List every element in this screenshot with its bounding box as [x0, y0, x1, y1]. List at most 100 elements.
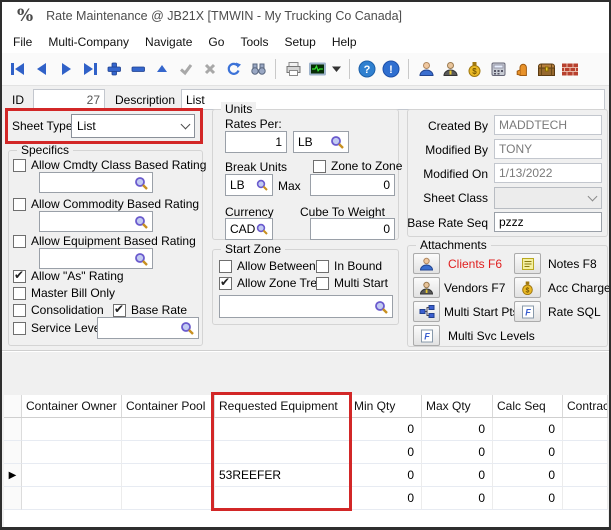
rates-per-unit-field[interactable]: LB — [293, 131, 349, 153]
cell[interactable]: 0 — [422, 464, 493, 487]
col-max-qty[interactable]: Max Qty — [422, 395, 493, 417]
cell[interactable] — [215, 418, 350, 441]
multi-start-pts-button-label[interactable]: Multi Start Pts — [444, 305, 519, 319]
cell[interactable]: 0 — [350, 487, 422, 510]
checkbox-icon[interactable] — [316, 260, 329, 273]
checkbox-icon[interactable] — [13, 198, 26, 211]
multi-start-pts-button[interactable] — [413, 301, 440, 322]
zone-to-zone-checkbox[interactable]: Zone to Zone — [313, 159, 402, 173]
allow-zone-tree-checkbox[interactable]: Allow Zone Tree — [219, 276, 324, 290]
in-bound-checkbox[interactable]: In Bound — [316, 259, 382, 273]
cell[interactable]: 0 — [422, 418, 493, 441]
cell[interactable]: 0 — [350, 441, 422, 464]
help-icon[interactable]: ? — [355, 57, 379, 81]
checkbox-icon[interactable] — [313, 160, 326, 173]
allow-between-checkbox[interactable]: Allow Between — [219, 259, 316, 273]
row-selector[interactable] — [4, 441, 22, 464]
col-contract-id[interactable]: Contract ID — [563, 395, 608, 417]
start-zone-lookup-field[interactable] — [219, 295, 393, 318]
acc-charges-button-label[interactable]: Acc Charges — [548, 281, 611, 295]
vendor-toolbar-icon[interactable] — [438, 57, 462, 81]
consolidation-checkbox[interactable]: Consolidation — [13, 303, 104, 317]
confirm-icon[interactable] — [174, 57, 198, 81]
break-units-field[interactable]: LB — [225, 174, 273, 196]
next-record-icon[interactable] — [54, 57, 78, 81]
grid-row-active[interactable]: ▶ 53REEFER 0 0 0 — [4, 464, 608, 487]
base-rate-seq-field[interactable]: pzzz — [494, 212, 602, 232]
cell[interactable]: 0 — [493, 418, 563, 441]
lookup-magnifier-icon[interactable] — [134, 252, 148, 266]
menu-setup[interactable]: Setup — [276, 32, 323, 52]
multi-start-checkbox[interactable]: Multi Start — [316, 276, 388, 290]
info-icon[interactable]: ! — [379, 57, 403, 81]
refresh-icon[interactable] — [222, 57, 246, 81]
allow-cmdty-class-checkbox[interactable]: Allow Cmdty Class Based Rating — [13, 158, 206, 172]
terminal-icon[interactable] — [305, 57, 329, 81]
printer-icon[interactable] — [281, 57, 305, 81]
cell[interactable] — [22, 441, 122, 464]
active-row-marker[interactable]: ▶ — [4, 464, 22, 487]
cell[interactable] — [22, 418, 122, 441]
grid-row[interactable]: 0 0 0 — [4, 418, 608, 441]
menu-tools[interactable]: Tools — [232, 32, 276, 52]
glove-icon[interactable] — [510, 57, 534, 81]
lookup-magnifier-icon[interactable] — [180, 321, 194, 335]
checkbox-checked-icon[interactable] — [13, 270, 26, 283]
add-record-icon[interactable] — [102, 57, 126, 81]
cell[interactable]: 0 — [493, 441, 563, 464]
checkbox-icon[interactable] — [13, 235, 26, 248]
lookup-magnifier-icon[interactable] — [374, 300, 388, 314]
vendors-button[interactable] — [413, 277, 440, 298]
firewall-icon[interactable] — [558, 57, 582, 81]
menu-file[interactable]: File — [5, 32, 40, 52]
checkbox-checked-icon[interactable] — [219, 277, 232, 290]
sheet-type-dropdown[interactable]: List — [71, 114, 195, 138]
cube-to-weight-field[interactable]: 0 — [310, 218, 395, 240]
rate-sql-button[interactable]: F — [514, 301, 541, 322]
rate-sql-button-label[interactable]: Rate SQL — [548, 305, 601, 319]
commodity-lookup-field[interactable] — [39, 211, 153, 232]
max-field[interactable]: 0 — [310, 174, 395, 196]
remove-record-icon[interactable] — [126, 57, 150, 81]
cell[interactable]: 0 — [422, 487, 493, 510]
notes-button-label[interactable]: Notes F8 — [548, 257, 597, 271]
checkbox-icon[interactable] — [316, 277, 329, 290]
lookup-magnifier-icon[interactable] — [134, 176, 148, 190]
previous-record-icon[interactable] — [30, 57, 54, 81]
money-bag-toolbar-icon[interactable]: $ — [462, 57, 486, 81]
col-min-qty[interactable]: Min Qty — [350, 395, 422, 417]
cell[interactable] — [22, 464, 122, 487]
clients-button-label[interactable]: Clients F6 — [448, 257, 502, 271]
multi-svc-levels-button-label[interactable]: Multi Svc Levels — [448, 329, 535, 343]
menu-multi-company[interactable]: Multi-Company — [40, 32, 137, 52]
col-calc-seq[interactable]: Calc Seq — [493, 395, 563, 417]
checkbox-checked-icon[interactable] — [113, 304, 126, 317]
cell[interactable] — [22, 487, 122, 510]
lookup-magnifier-icon[interactable] — [256, 223, 268, 235]
clients-button[interactable] — [413, 253, 440, 274]
dropdown-arrow-icon[interactable] — [329, 57, 344, 81]
first-record-icon[interactable] — [6, 57, 30, 81]
cell[interactable] — [563, 487, 608, 510]
equipment-lookup-field[interactable] — [39, 248, 153, 269]
cell[interactable] — [122, 464, 215, 487]
allow-equipment-checkbox[interactable]: Allow Equipment Based Rating — [13, 234, 196, 248]
lookup-magnifier-icon[interactable] — [134, 215, 148, 229]
rates-per-field[interactable]: 1 — [225, 131, 287, 153]
lookup-magnifier-icon[interactable] — [330, 135, 344, 149]
checkbox-icon[interactable] — [13, 287, 26, 300]
row-selector[interactable] — [4, 418, 22, 441]
checkbox-icon[interactable] — [13, 159, 26, 172]
lookup-magnifier-icon[interactable] — [256, 179, 268, 191]
master-bill-only-checkbox[interactable]: Master Bill Only — [13, 286, 115, 300]
rates-grid[interactable]: Container Owner Container Pool Requested… — [4, 395, 608, 527]
calculator-icon[interactable] — [486, 57, 510, 81]
collapse-icon[interactable] — [150, 57, 174, 81]
cell-requested-equipment[interactable]: 53REEFER — [215, 464, 350, 487]
allow-as-rating-checkbox[interactable]: Allow "As" Rating — [13, 269, 124, 283]
sheet-class-dropdown[interactable] — [494, 187, 602, 209]
base-rate-checkbox[interactable]: Base Rate — [113, 303, 187, 317]
acc-charges-button[interactable]: $ — [514, 277, 541, 298]
checkbox-icon[interactable] — [219, 260, 232, 273]
cell[interactable]: 0 — [350, 418, 422, 441]
